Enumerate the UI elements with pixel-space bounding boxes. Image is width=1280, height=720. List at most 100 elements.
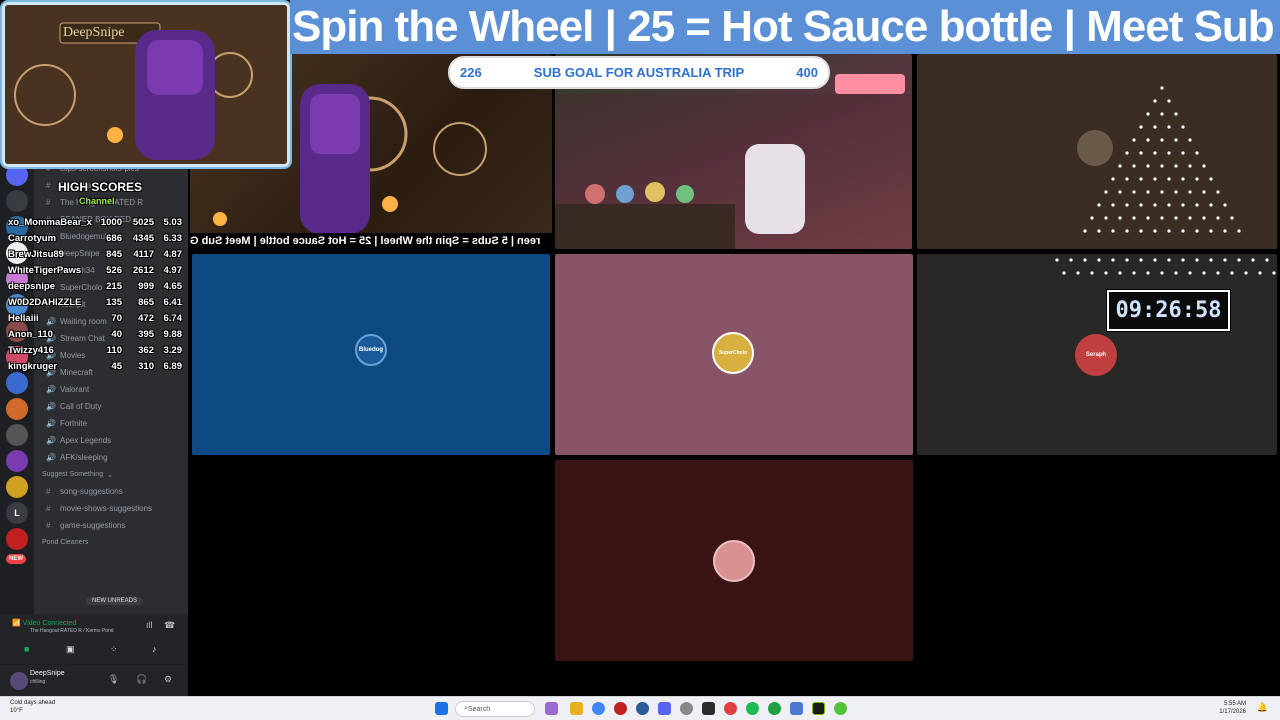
app-icon[interactable]	[614, 702, 627, 715]
channel-label: Apex Legends	[60, 436, 112, 445]
server-icon[interactable]	[6, 476, 28, 498]
headphones-icon[interactable]: 🎧	[136, 674, 147, 685]
soundboard-button[interactable]: ♪	[152, 644, 157, 654]
channel-item[interactable]: 🔊 Fortnite	[34, 415, 188, 432]
score-value-a: 135	[106, 296, 122, 308]
activities-button[interactable]: ⁘	[110, 644, 118, 655]
score-value-b: 999	[138, 280, 154, 292]
plinko-peg	[1174, 190, 1178, 194]
plinko-peg	[1146, 138, 1150, 142]
plinko-tile[interactable]	[917, 54, 1277, 249]
taskbar-clock[interactable]: 5:55 AM 1/17/2026	[1219, 700, 1246, 716]
score-row: kingkruger 45 310 6.89	[8, 358, 188, 374]
plinko-peg	[1202, 216, 1206, 220]
weather-widget[interactable]: Cold days ahead 10°F	[10, 699, 55, 715]
score-row: Hellaiii 70 472 6.74	[8, 310, 188, 326]
taskbar-search[interactable]: ⌕ Search	[455, 701, 535, 717]
category-suggest-something[interactable]: Suggest Something ⌄	[34, 466, 188, 483]
settings-icon[interactable]	[680, 702, 693, 715]
avatar[interactable]	[10, 672, 28, 690]
score-value-a: 215	[106, 280, 122, 292]
weather-temp: 10°F	[10, 708, 23, 714]
folder-icon[interactable]	[570, 702, 583, 715]
plinko-peg	[1139, 177, 1143, 181]
score-name: BrewJitsu89	[8, 248, 64, 260]
notification-bell-icon[interactable]: 🔔	[1257, 702, 1268, 713]
plinko-peg	[1146, 112, 1150, 116]
participant-tile-pink[interactable]: SuperCholo	[555, 254, 913, 455]
discord-icon[interactable]	[658, 702, 671, 715]
score-name: Carrotyum	[8, 232, 57, 244]
new-unreads-pill[interactable]: NEW UNREADS	[86, 597, 144, 605]
plinko-peg	[1097, 203, 1101, 207]
server-icon[interactable]	[6, 450, 28, 472]
score-row: xo_MommaBear_x 1000 5025 5.03	[8, 214, 188, 230]
obs-icon[interactable]	[702, 702, 715, 715]
start-button[interactable]	[435, 702, 448, 715]
plinko-peg	[1069, 258, 1073, 262]
gear-icon[interactable]: ⚙	[164, 674, 172, 685]
plinko-peg	[1139, 125, 1143, 129]
mirrored-ticker-text: reen | 5 Subs = Spin the Wheel | 25 = Ho…	[190, 233, 552, 249]
server-icon[interactable]	[6, 424, 28, 446]
chrome-icon[interactable]	[592, 702, 605, 715]
sub-goal-current: 226	[460, 65, 482, 80]
score-value-c: 6.89	[163, 360, 183, 372]
score-name: Hellaiii	[8, 312, 39, 324]
screen-share-button[interactable]: ▣	[66, 644, 75, 655]
plinko-peg	[1146, 164, 1150, 168]
avatar-label: SuperCholo	[718, 350, 748, 356]
user-panel: DeepSnipe chilling 🎙 🎧 ⚙	[0, 664, 188, 696]
voice-connected-label[interactable]: 📶 Video Connected	[12, 619, 76, 627]
plinko-peg	[1174, 271, 1178, 275]
plinko-peg	[1195, 151, 1199, 155]
microphone-icon[interactable]: 🎙	[108, 674, 119, 685]
channel-label: song-suggestions	[60, 487, 123, 496]
plinko-peg	[1153, 99, 1157, 103]
channel-item[interactable]: 🔊 AFK/sleeping	[34, 449, 188, 466]
participant-tile-dark[interactable]: Seraph	[917, 254, 1277, 455]
plinko-peg	[1174, 138, 1178, 142]
server-icon[interactable]	[6, 528, 28, 550]
channel-item[interactable]: 🔊 Call of Duty	[34, 398, 188, 415]
channel-label: Call of Duty	[60, 402, 102, 411]
plinko-peg	[1104, 216, 1108, 220]
webcam-overlay: DeepSnipe	[2, 2, 290, 167]
noise-suppression-icon[interactable]: ıll	[146, 620, 153, 630]
search-placeholder: Search	[467, 705, 491, 713]
server-icon-l[interactable]: L	[6, 502, 28, 524]
server-icon[interactable]	[6, 372, 28, 394]
participant-avatar	[713, 540, 755, 582]
participant-tile-blue[interactable]: Bluedog	[192, 254, 550, 455]
app-icon[interactable]	[636, 702, 649, 715]
plinko-peg	[1237, 258, 1241, 262]
channel-item[interactable]: 🔊 Valorant	[34, 381, 188, 398]
score-value-b: 865	[138, 296, 154, 308]
channel-item[interactable]: # game-suggestions	[34, 517, 188, 534]
plinko-peg	[1076, 271, 1080, 275]
app-icon[interactable]	[545, 702, 558, 715]
nvidia-icon[interactable]	[812, 702, 825, 715]
spotify-icon[interactable]	[746, 702, 759, 715]
plinko-peg	[1090, 271, 1094, 275]
participant-tile-brown[interactable]	[555, 460, 913, 661]
app-icon[interactable]	[834, 702, 847, 715]
disconnect-icon[interactable]: ☎	[164, 620, 175, 631]
plinko-peg	[1125, 177, 1129, 181]
plinko-peg	[1209, 177, 1213, 181]
plinko-peg	[1139, 229, 1143, 233]
plinko-peg	[1181, 177, 1185, 181]
category-pond-cleaners[interactable]: Pond Cleaners	[34, 534, 188, 551]
camera-button[interactable]: ■	[24, 644, 29, 654]
channel-item[interactable]: # movie-shows-suggestions	[34, 500, 188, 517]
server-icon[interactable]	[6, 398, 28, 420]
app-icon[interactable]	[724, 702, 737, 715]
channel-item[interactable]: 🔊 Apex Legends	[34, 432, 188, 449]
app-icon[interactable]	[768, 702, 781, 715]
chevron-down-icon: ⌄	[107, 471, 113, 479]
app-icon[interactable]	[790, 702, 803, 715]
plinko-peg	[1139, 151, 1143, 155]
channel-item[interactable]: # song-suggestions	[34, 483, 188, 500]
speaker-icon: 🔊	[46, 385, 56, 394]
category-label: Pond Cleaners	[42, 539, 89, 546]
